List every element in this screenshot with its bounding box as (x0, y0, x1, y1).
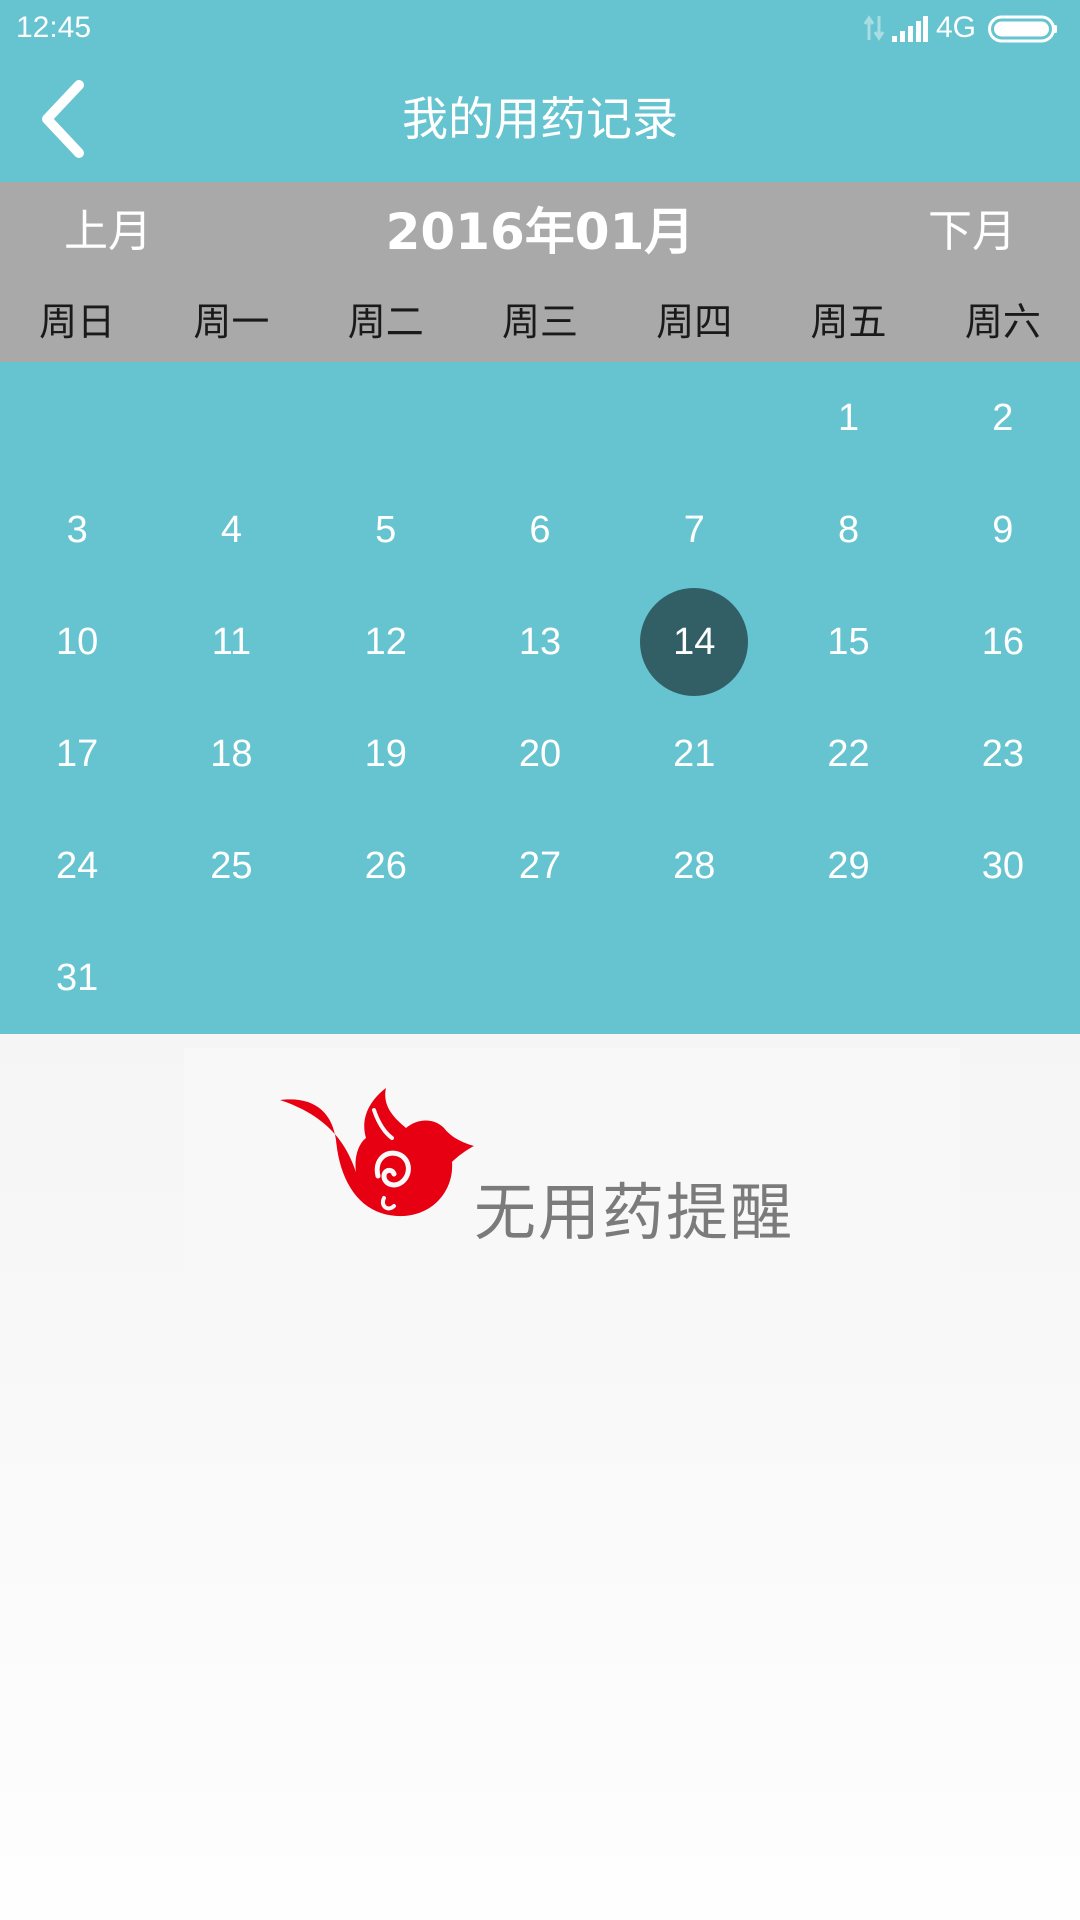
weekday-label: 周三 (501, 300, 578, 344)
weekday-label: 周日 (39, 300, 116, 344)
day-cell[interactable]: 16 (926, 586, 1080, 698)
day-number: 3 (66, 508, 88, 551)
day-cell[interactable]: 17 (0, 698, 154, 810)
day-cell[interactable]: 23 (926, 698, 1080, 810)
day-number: 5 (375, 508, 397, 551)
day-number: 2 (992, 396, 1014, 439)
chevron-left-icon (42, 80, 84, 158)
day-number: 23 (981, 732, 1024, 775)
day-cell[interactable]: 28 (617, 810, 771, 922)
battery-icon (988, 15, 1057, 43)
day-cell[interactable]: 5 (309, 474, 463, 586)
day-number: 10 (56, 620, 99, 663)
day-number: 28 (673, 844, 716, 887)
day-cell[interactable]: 11 (154, 586, 308, 698)
network-type: 4G (936, 11, 977, 44)
month-label: 2016年01月 (385, 203, 695, 261)
day-cell[interactable]: 4 (154, 474, 308, 586)
day-number: 11 (211, 620, 252, 663)
day-cell[interactable]: 6 (463, 474, 617, 586)
page-title: 我的用药记录 (402, 92, 678, 146)
screen: 12:45 4G 我的用药记录 上月 2016年01月 下月 周日 周一 周二 … (0, 0, 1080, 1920)
day-cell[interactable]: 26 (309, 810, 463, 922)
empty-day-cell (0, 362, 154, 474)
day-cell[interactable]: 10 (0, 586, 154, 698)
day-cell[interactable]: 15 (771, 586, 925, 698)
day-cell[interactable]: 22 (771, 698, 925, 810)
day-cell[interactable]: 2 (926, 362, 1080, 474)
day-cell[interactable]: 8 (771, 474, 925, 586)
day-number: 16 (981, 620, 1024, 663)
day-cell[interactable]: 3 (0, 474, 154, 586)
status-time: 12:45 (16, 11, 92, 44)
day-number: 9 (992, 508, 1014, 551)
signal-icon (892, 16, 928, 42)
empty-day-cell (617, 362, 771, 474)
prev-month-button[interactable]: 上月 (48, 200, 168, 264)
weekday-label: 周五 (810, 300, 887, 344)
day-cell[interactable]: 7 (617, 474, 771, 586)
day-number: 26 (364, 844, 407, 887)
day-number: 7 (683, 508, 705, 551)
day-cell[interactable]: 13 (463, 586, 617, 698)
day-number: 19 (364, 732, 407, 775)
day-cell[interactable]: 12 (309, 586, 463, 698)
empty-day-cell (309, 362, 463, 474)
day-number: 17 (56, 732, 99, 775)
day-number: 30 (981, 844, 1024, 887)
day-cell[interactable]: 25 (154, 810, 308, 922)
next-month-button[interactable]: 下月 (912, 200, 1032, 264)
weekday-label: 周二 (347, 300, 424, 344)
day-number: 22 (827, 732, 870, 775)
day-number: 14 (640, 588, 749, 696)
back-button[interactable] (18, 74, 108, 164)
empty-state-panel: 无用药提醒 (184, 1048, 960, 1268)
day-number: 18 (210, 732, 253, 775)
calendar-grid: 1 2 3 4 5 6 7 8 9 10 11 12 13 14 15 16 17 18 19 20 21 22 23 24 2… (0, 362, 1080, 1034)
day-number: 1 (837, 396, 860, 439)
day-number: 29 (827, 844, 870, 887)
day-cell[interactable]: 1 (771, 362, 925, 474)
weekday-row: 周日 周一 周二 周三 周四 周五 周六 (0, 282, 1080, 362)
empty-state-message: 无用药提醒 (474, 1176, 795, 1249)
day-cell[interactable]: 9 (926, 474, 1080, 586)
day-cell[interactable]: 27 (463, 810, 617, 922)
status-bar: 12:45 4G (0, 0, 1080, 56)
red-bird-logo-icon (280, 1088, 474, 1217)
weekday-label: 周四 (656, 300, 733, 344)
day-cell[interactable]: 21 (617, 698, 771, 810)
day-number: 15 (827, 620, 870, 663)
day-cell[interactable]: 29 (771, 810, 925, 922)
day-cell[interactable]: 30 (926, 810, 1080, 922)
day-cell[interactable]: 31 (0, 922, 154, 1034)
data-transfer-icon (863, 15, 885, 41)
day-number: 12 (364, 620, 407, 663)
weekday-label: 周一 (193, 300, 270, 344)
day-number: 8 (837, 508, 860, 551)
month-header: 上月 2016年01月 下月 周日 周一 周二 周三 周四 周五 周六 (0, 182, 1080, 362)
day-cell[interactable]: 19 (309, 698, 463, 810)
day-number: 25 (210, 844, 253, 887)
day-number: 31 (56, 956, 99, 999)
selected-day-cell[interactable]: 14 (617, 586, 771, 698)
day-number: 21 (673, 732, 716, 775)
empty-day-cell (463, 362, 617, 474)
day-number: 13 (518, 620, 562, 663)
day-number: 6 (529, 508, 551, 551)
day-number: 4 (220, 508, 242, 551)
medication-list-area: 无用药提醒 (0, 1034, 1080, 1920)
day-cell[interactable]: 18 (154, 698, 308, 810)
day-number: 27 (518, 844, 562, 887)
day-number: 24 (56, 844, 99, 887)
day-cell[interactable]: 24 (0, 810, 154, 922)
day-cell[interactable]: 20 (463, 698, 617, 810)
day-number: 20 (518, 732, 562, 775)
weekday-label: 周六 (964, 300, 1041, 344)
app-bar: 我的用药记录 (0, 56, 1080, 182)
empty-day-cell (154, 362, 308, 474)
